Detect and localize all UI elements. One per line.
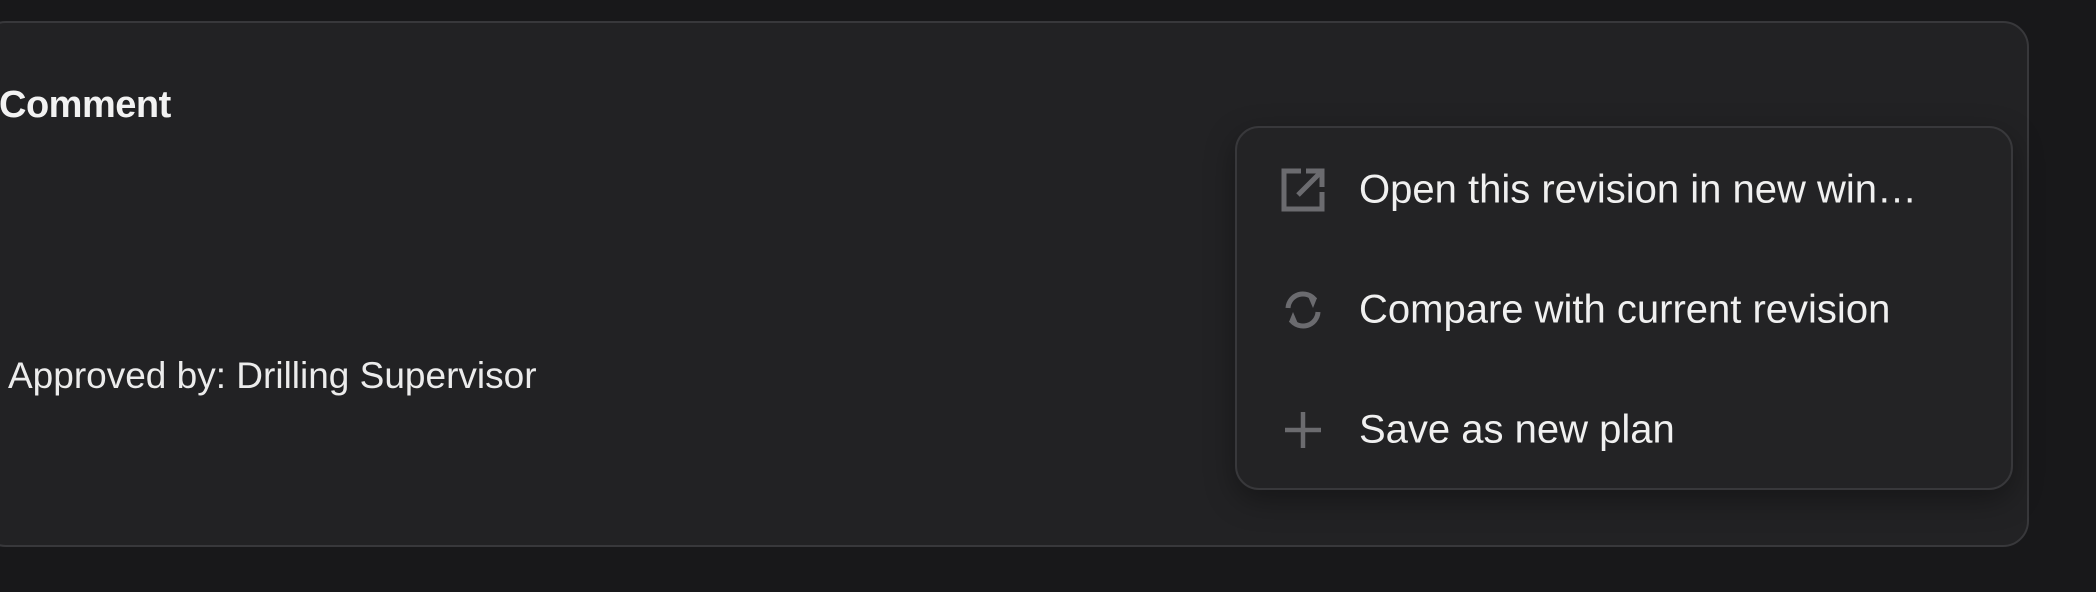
menu-item-label: Save as new plan	[1359, 407, 1675, 452]
sync-compare-icon	[1279, 286, 1327, 334]
menu-item-label: Compare with current revision	[1359, 287, 1891, 332]
menu-item-compare-revision[interactable]: Compare with current revision	[1237, 260, 2011, 360]
comment-text: Approved by: Drilling Supervisor	[8, 355, 537, 396]
menu-item-label: Open this revision in new win…	[1359, 167, 1918, 212]
menu-item-save-new-plan[interactable]: Save as new plan	[1237, 380, 2011, 480]
panel-title: Comment	[0, 84, 171, 126]
open-in-new-window-icon	[1279, 166, 1327, 214]
plus-icon	[1279, 406, 1327, 454]
revision-context-menu: Open this revision in new win… Compare w…	[1235, 126, 2013, 490]
menu-item-open-new-window[interactable]: Open this revision in new win…	[1237, 140, 2011, 240]
